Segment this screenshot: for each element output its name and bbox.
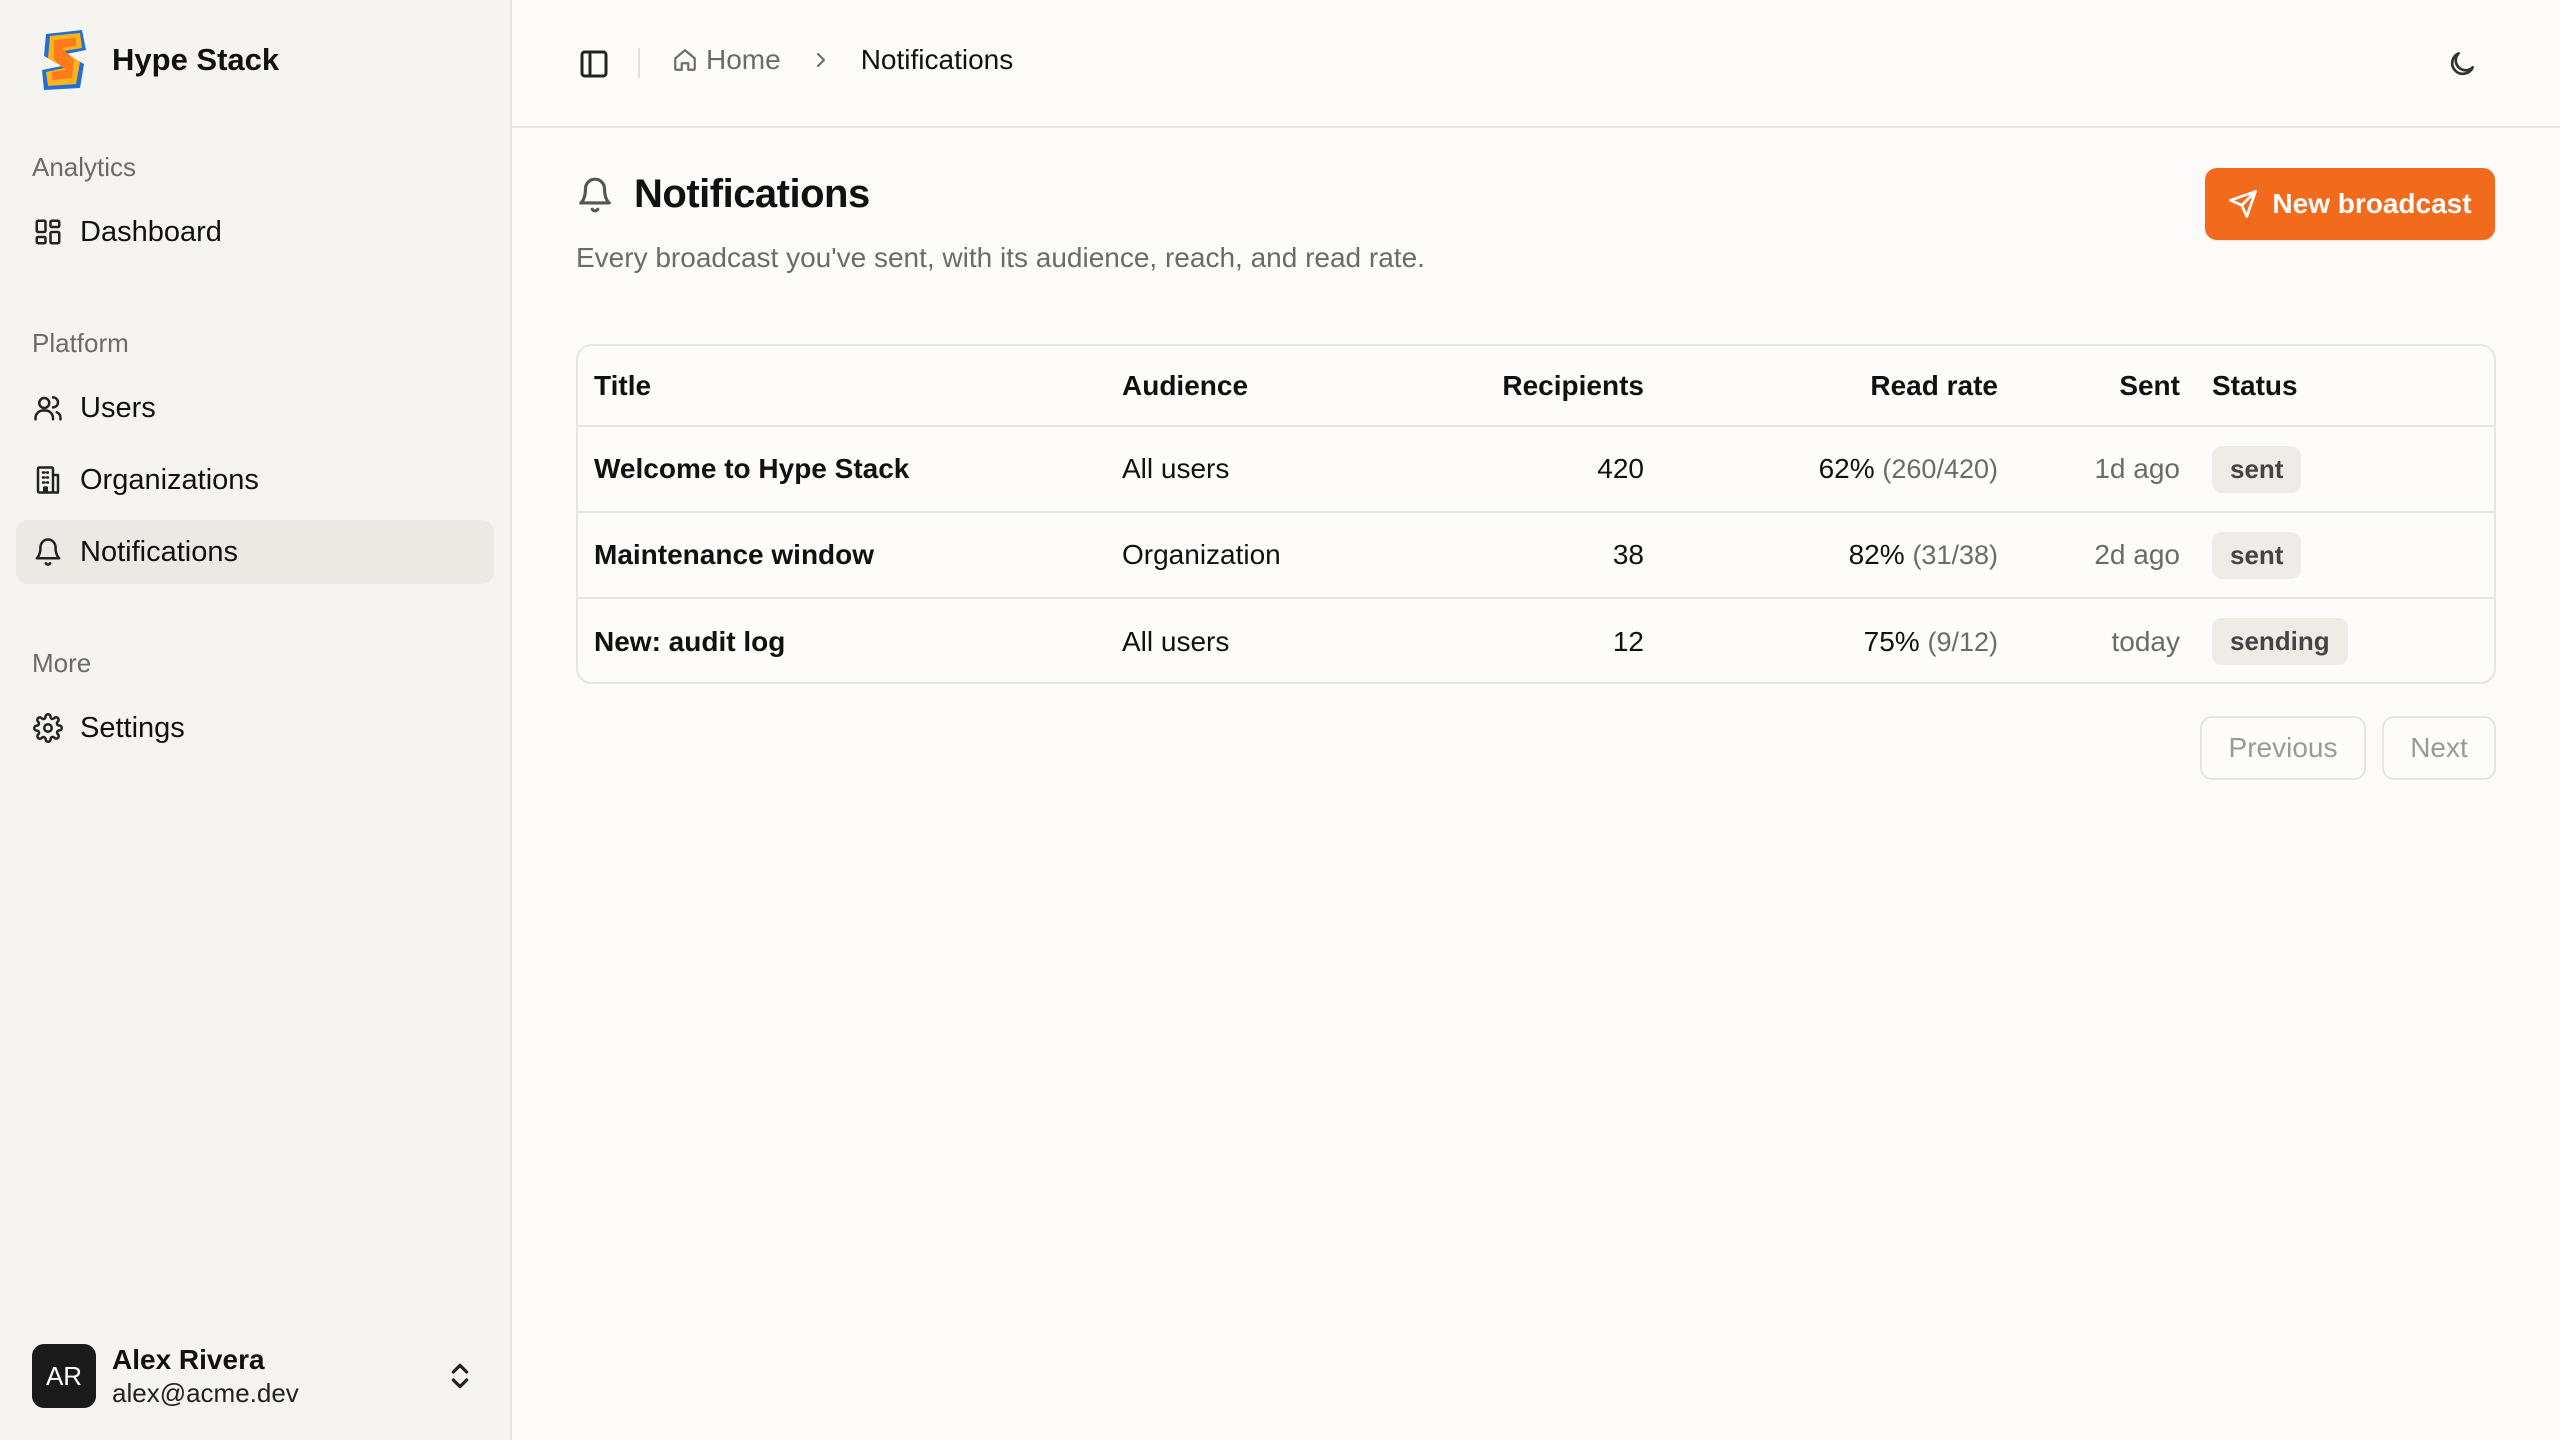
sidebar-item-label: Notifications [80, 535, 238, 568]
user-menu[interactable]: AR Alex Rivera alex@acme.dev [16, 1328, 494, 1424]
cell-read-rate: 75% (9/12) [1644, 598, 1998, 682]
cell-status: sent [2180, 512, 2494, 598]
nav-group-label-platform: Platform [32, 328, 129, 358]
cell-title: Welcome to Hype Stack [594, 453, 910, 484]
gear-icon [32, 712, 64, 744]
column-header-read-rate[interactable]: Read rate [1644, 346, 1998, 426]
brand-logo-icon [42, 30, 86, 90]
brand[interactable]: Hype Stack [36, 28, 279, 92]
cell-sent: today [2111, 625, 2181, 657]
next-page-button[interactable]: Next [2382, 716, 2496, 780]
sidebar-item-organizations[interactable]: Organizations [16, 448, 494, 512]
cell-recipients: 420 [1597, 453, 1644, 484]
read-rate-fraction: (9/12) [1927, 626, 1998, 657]
theme-toggle-button[interactable] [2440, 42, 2484, 86]
read-rate-fraction: (260/420) [1882, 454, 1998, 484]
user-name: Alex Rivera [112, 1343, 265, 1375]
nav-group-label-analytics: Analytics [32, 152, 137, 182]
table-row[interactable]: Welcome to Hype Stack All users 420 62% … [578, 426, 2494, 512]
new-broadcast-label: New broadcast [2272, 188, 2472, 219]
sidebar-item-dashboard[interactable]: Dashboard [16, 200, 494, 264]
sidebar-item-notifications[interactable]: Notifications [16, 520, 494, 584]
header-divider [638, 48, 640, 78]
bell-icon [579, 177, 611, 212]
cell-title: New: audit log [594, 625, 786, 657]
column-header-recipients[interactable]: Recipients [1422, 346, 1644, 426]
column-header-title[interactable]: Title [578, 346, 1122, 426]
table-header-row: Title Audience Recipients Read rate Sent… [578, 346, 2494, 426]
cell-sent: 1d ago [2094, 453, 2180, 484]
home-icon [674, 49, 696, 71]
table-row[interactable]: New: audit log All users 12 75% (9/12) t… [578, 598, 2494, 682]
notifications-table: Title Audience Recipients Read rate Sent… [576, 344, 2496, 684]
page-subtitle: Every broadcast you've sent, with its au… [576, 242, 1425, 273]
users-icon [32, 392, 64, 424]
cell-status: sent [2180, 426, 2494, 512]
brand-name: Hype Stack [112, 42, 280, 77]
cell-recipients: 12 [1612, 625, 1644, 657]
sidebar-item-label: Users [80, 391, 156, 424]
nav-group-label-more: More [32, 648, 92, 678]
panel-left-icon [580, 50, 608, 78]
sidebar-item-users[interactable]: Users [16, 376, 494, 440]
moon-icon [2450, 52, 2474, 76]
building-icon [32, 464, 64, 496]
cell-read-rate: 62% (260/420) [1644, 426, 1998, 512]
column-header-status[interactable]: Status [2180, 346, 2494, 426]
sidebar-item-label: Settings [80, 711, 185, 744]
user-email: alex@acme.dev [112, 1377, 299, 1408]
cell-sent: 2d ago [2094, 539, 2180, 570]
send-icon [2229, 190, 2258, 218]
cell-audience: All users [1122, 453, 1230, 484]
cell-status: sending [2180, 598, 2494, 682]
breadcrumb-current: Notifications [860, 44, 1014, 75]
read-rate-percent: 82% [1848, 539, 1905, 570]
chevrons-up-down-icon [444, 1358, 476, 1394]
sidebar-item-settings[interactable]: Settings [16, 696, 494, 760]
cell-audience: Organization [1122, 539, 1281, 570]
breadcrumb-home-link[interactable]: Home [672, 44, 781, 76]
new-broadcast-button[interactable]: New broadcast [2205, 168, 2495, 240]
dashboard-icon [32, 216, 64, 248]
status-badge: sent [2212, 531, 2302, 579]
read-rate-percent: 62% [1818, 453, 1875, 484]
cell-recipients: 38 [1612, 539, 1644, 570]
avatar: AR [32, 1344, 96, 1408]
page-header: Notifications [576, 172, 870, 217]
page-title: Notifications [634, 172, 870, 216]
column-header-audience[interactable]: Audience [1122, 346, 1422, 426]
previous-page-button[interactable]: Previous [2200, 716, 2366, 780]
cell-title: Maintenance window [594, 539, 875, 570]
chevron-right-icon [795, 48, 847, 72]
sidebar-toggle-button[interactable] [574, 44, 614, 84]
cell-read-rate: 82% (31/38) [1644, 512, 1998, 598]
bell-icon [32, 536, 64, 568]
sidebar-item-label: Dashboard [80, 215, 222, 248]
cell-audience: All users [1122, 625, 1230, 657]
top-header: Home Notifications [512, 0, 2560, 128]
read-rate-percent: 75% [1863, 625, 1920, 657]
read-rate-fraction: (31/38) [1912, 540, 1998, 570]
breadcrumb: Home Notifications [672, 44, 1013, 76]
table-row[interactable]: Maintenance window Organization 38 82% (… [578, 512, 2494, 598]
column-header-sent[interactable]: Sent [1998, 346, 2180, 426]
status-badge: sending [2212, 618, 2348, 665]
status-badge: sent [2212, 445, 2302, 493]
sidebar-item-label: Organizations [80, 463, 259, 496]
sidebar: Hype Stack Analytics Dashboard Platform … [0, 0, 512, 1440]
breadcrumb-home-label: Home [706, 44, 781, 75]
